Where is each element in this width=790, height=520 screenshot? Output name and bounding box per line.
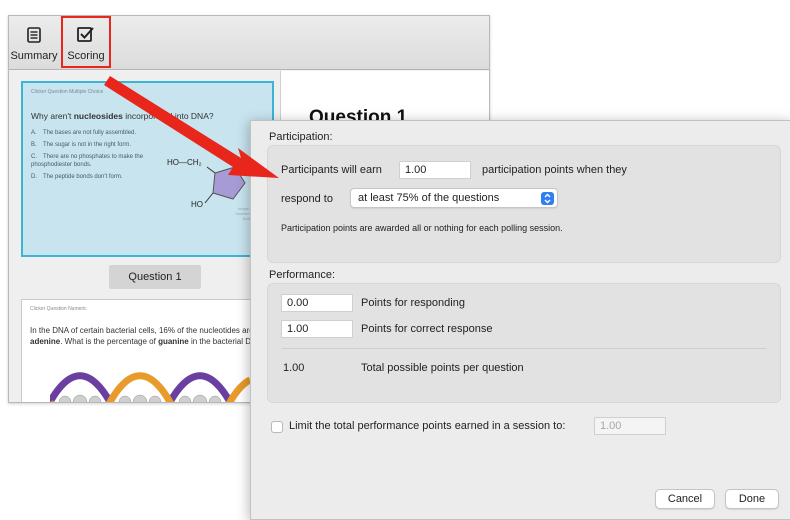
points-correct-label: Points for correct response [361, 323, 493, 335]
svg-text:HO—CH₂: HO—CH₂ [167, 158, 202, 167]
slide-option-b: B. The sugar is not in the right form. [31, 142, 132, 149]
slide-header: Clicker Question Multiple Choice [31, 89, 104, 95]
chevron-updown-icon [541, 192, 554, 205]
performance-panel: Points for responding Points for correct… [267, 283, 781, 403]
scoring-button[interactable]: Scoring [61, 18, 111, 68]
svg-text:HO: HO [191, 200, 203, 209]
points-responding-label: Points for responding [361, 297, 465, 309]
respond-threshold-value: at least 75% of the questions [358, 192, 500, 204]
slide-option-c: C. There are no phosphates to make the ph… [31, 154, 144, 169]
earn-suffix-label: participation points when they [482, 164, 627, 176]
summary-button[interactable]: Summary [9, 18, 59, 68]
dna-helix-image [50, 372, 250, 402]
slide-option-d: D. The peptide bonds don't form. [31, 174, 123, 181]
slide-option-a: A. The bases are not fully assembled. [31, 130, 137, 136]
limit-points-checkbox[interactable] [271, 421, 283, 433]
performance-section-label: Performance: [269, 269, 336, 281]
participation-points-input[interactable] [399, 161, 471, 179]
list-document-icon [27, 25, 41, 45]
slide-thumbnail-2[interactable]: Clicker Question Numeric In the DNA of c… [21, 299, 274, 402]
respond-to-label: respond to [281, 193, 333, 205]
earn-prefix-label: Participants will earn [281, 164, 382, 176]
scoring-dialog: Participation: Participants will earn pa… [250, 120, 790, 520]
done-button[interactable]: Done [725, 489, 779, 509]
participation-section-label: Participation: [269, 131, 333, 143]
points-responding-input[interactable] [281, 294, 353, 312]
toolbar: Summary Scoring [9, 16, 489, 70]
slide-thumbnail-1[interactable]: Clicker Question Multiple Choice Why are… [21, 81, 274, 257]
cancel-button[interactable]: Cancel [655, 489, 715, 509]
limit-points-label: Limit the total performance points earne… [289, 420, 566, 432]
respond-threshold-select[interactable]: at least 75% of the questions [350, 188, 558, 208]
slide-question: Why aren't nucleosides incorporated into… [31, 111, 214, 121]
summary-label: Summary [10, 49, 58, 62]
slide-label: Question 1 [109, 265, 201, 289]
slide-header: Clicker Question Numeric [30, 306, 87, 312]
limit-points-input[interactable] [594, 417, 666, 435]
points-correct-input[interactable] [281, 320, 353, 338]
slide-question: In the DNA of certain bacterial cells, 1… [30, 326, 267, 346]
participation-panel: Participants will earn participation poi… [267, 145, 781, 263]
participation-note: Participation points are awarded all or … [281, 223, 563, 233]
total-points-label: Total possible points per question [361, 362, 524, 374]
checkbox-check-icon [77, 25, 95, 45]
slide-list: Clicker Question Multiple Choice Why are… [9, 71, 281, 402]
scoring-label: Scoring [67, 49, 105, 62]
total-points-value: 1.00 [283, 362, 305, 374]
divider [282, 348, 766, 349]
